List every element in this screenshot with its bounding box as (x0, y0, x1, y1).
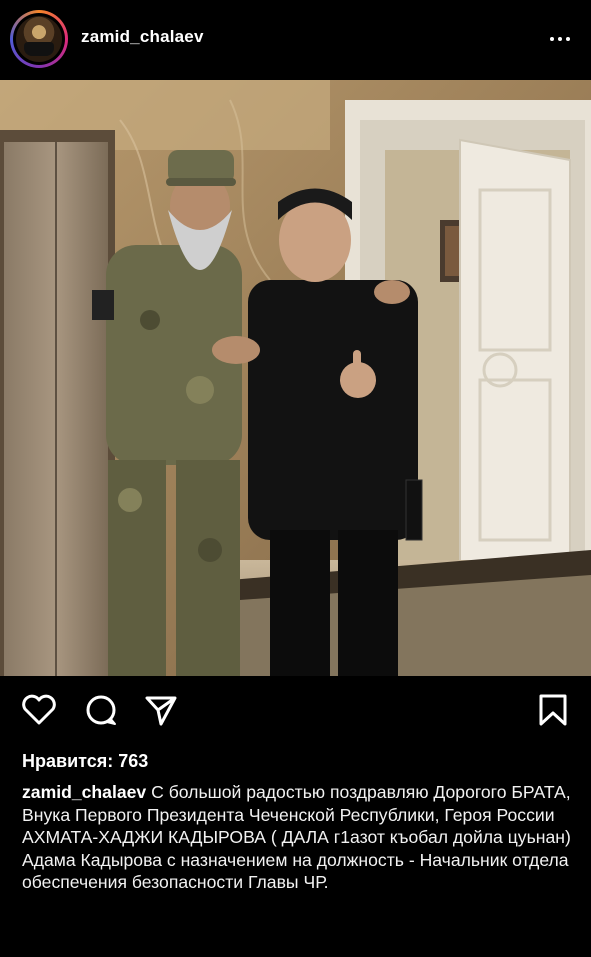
bookmark-icon[interactable] (533, 690, 573, 730)
heart-icon[interactable] (19, 690, 59, 730)
dot (558, 37, 562, 41)
comment-icon[interactable] (81, 690, 121, 730)
post-header: zamid_chalaev (0, 0, 591, 80)
more-options-icon[interactable] (545, 24, 575, 54)
avatar-ring (13, 13, 65, 65)
likes-count[interactable]: Нравится: 763 (22, 751, 148, 772)
username[interactable]: zamid_chalaev (81, 27, 204, 47)
avatar-image (16, 16, 62, 62)
dot (550, 37, 554, 41)
action-bar (0, 690, 591, 734)
photo-illustration (0, 80, 591, 676)
send-icon[interactable] (141, 690, 181, 730)
post-caption: zamid_chalaev С большой радостью поздрав… (22, 781, 578, 894)
dot (566, 37, 570, 41)
caption-username[interactable]: zamid_chalaev (22, 782, 146, 802)
post-photo[interactable] (0, 80, 591, 676)
avatar[interactable] (10, 10, 68, 68)
